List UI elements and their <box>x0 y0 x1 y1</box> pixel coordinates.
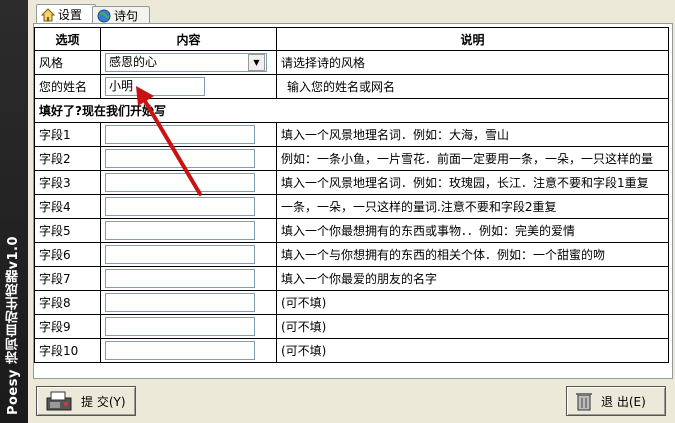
field-description: 填入一个你最想拥有的东西或事物．．例如：完美的爱情 <box>276 218 669 243</box>
field-3-input[interactable] <box>105 173 255 192</box>
exit-button-label: 退 出(E) <box>601 394 646 409</box>
field-8-input[interactable] <box>105 293 255 312</box>
section-heading: 填好了?现在我们开始写 <box>34 98 669 123</box>
exit-button[interactable]: 退 出(E) <box>566 386 666 416</box>
settings-panel: 选项 内容 说明 风格 感恩的心 ▼ 请选择诗的风格 您的姓名 小明 输入您的姓… <box>33 23 673 379</box>
globe-icon <box>97 9 111 23</box>
field-label: 字段6 <box>34 242 101 267</box>
field-7-input[interactable] <box>105 269 255 288</box>
trash-icon <box>575 390 593 412</box>
field-description: 填入一个风景地理名词．例如：大海，雪山 <box>276 122 669 147</box>
tab-settings[interactable]: 设置 <box>36 4 96 24</box>
field-label: 字段5 <box>34 218 101 243</box>
field-description: 例如：一条小鱼，一片雪花．前面一定要用一条，一朵，一只这样的量 <box>276 146 669 171</box>
field-description: 填入一个你最爱的朋友的名字 <box>276 266 669 291</box>
settings-table: 选项 内容 说明 风格 感恩的心 ▼ 请选择诗的风格 您的姓名 小明 输入您的姓… <box>34 27 669 363</box>
tab-poems-label: 诗句 <box>114 9 139 23</box>
field-label: 字段4 <box>34 194 101 219</box>
field-label: 字段2 <box>34 146 101 171</box>
section-row: 填好了?现在我们开始写 <box>34 98 669 123</box>
field-10-input[interactable] <box>105 341 255 360</box>
header-content: 内容 <box>100 27 277 51</box>
field-5-input[interactable] <box>105 221 255 240</box>
sidebar: Poesy 诗词自动生成器v1.0 <box>0 0 28 423</box>
field-row-5: 字段5 填入一个你最想拥有的东西或事物．．例如：完美的爱情 <box>34 218 669 243</box>
field-description: 填入一个与你想拥有的东西的相关个体．例如：一个甜蜜的吻 <box>276 242 669 267</box>
field-row-10: 字段10 (可不填) <box>34 338 669 363</box>
name-description: 输入您的姓名或网名 <box>276 74 669 99</box>
tab-settings-label: 设置 <box>58 8 83 22</box>
field-row-7: 字段7 填入一个你最爱的朋友的名字 <box>34 266 669 291</box>
home-icon <box>40 7 56 22</box>
field-label: 字段8 <box>34 290 101 315</box>
app-title: Poesy 诗词自动生成器v1.0 <box>6 235 21 415</box>
name-row: 您的姓名 小明 输入您的姓名或网名 <box>34 74 669 99</box>
field-row-6: 字段6 填入一个与你想拥有的东西的相关个体．例如：一个甜蜜的吻 <box>34 242 669 267</box>
style-row: 风格 感恩的心 ▼ 请选择诗的风格 <box>34 50 669 75</box>
header-option: 选项 <box>34 27 101 51</box>
submit-fax-icon <box>45 390 73 412</box>
field-label: 字段10 <box>34 338 101 363</box>
field-description: (可不填) <box>276 314 669 339</box>
chevron-down-icon[interactable]: ▼ <box>248 54 265 71</box>
name-input[interactable]: 小明 <box>105 77 205 96</box>
field-label: 字段9 <box>34 314 101 339</box>
field-row-3: 字段3 填入一个风景地理名词．例如：玫瑰园，长江．注意不要和字段1重复 <box>34 170 669 195</box>
style-dropdown[interactable]: 感恩的心 ▼ <box>105 53 267 72</box>
field-9-input[interactable] <box>105 317 255 336</box>
field-row-9: 字段9 (可不填) <box>34 314 669 339</box>
field-description: (可不填) <box>276 338 669 363</box>
field-description: (可不填) <box>276 290 669 315</box>
name-label: 您的姓名 <box>34 74 101 99</box>
field-row-8: 字段8 (可不填) <box>34 290 669 315</box>
field-description: 一条，一朵，一只这样的量词.注意不要和字段2重复 <box>276 194 669 219</box>
field-2-input[interactable] <box>105 149 255 168</box>
field-description: 填入一个风景地理名词．例如：玫瑰园，长江．注意不要和字段1重复 <box>276 170 669 195</box>
style-dropdown-value: 感恩的心 <box>109 55 158 69</box>
field-row-1: 字段1 填入一个风景地理名词．例如：大海，雪山 <box>34 122 669 147</box>
style-label: 风格 <box>34 50 101 75</box>
field-6-input[interactable] <box>105 245 255 264</box>
field-4-input[interactable] <box>105 197 255 216</box>
field-label: 字段7 <box>34 266 101 291</box>
field-row-4: 字段4 一条，一朵，一只这样的量词.注意不要和字段2重复 <box>34 194 669 219</box>
submit-button-label: 提 交(Y) <box>81 394 126 409</box>
field-1-input[interactable] <box>105 125 255 144</box>
style-description: 请选择诗的风格 <box>276 50 669 75</box>
header-description: 说明 <box>276 27 669 51</box>
submit-button[interactable]: 提 交(Y) <box>36 386 136 416</box>
table-header-row: 选项 内容 说明 <box>34 27 669 51</box>
tab-poems[interactable]: 诗句 <box>92 6 150 24</box>
field-label: 字段1 <box>34 122 101 147</box>
field-label: 字段3 <box>34 170 101 195</box>
field-row-2: 字段2 例如：一条小鱼，一片雪花．前面一定要用一条，一朵，一只这样的量 <box>34 146 669 171</box>
